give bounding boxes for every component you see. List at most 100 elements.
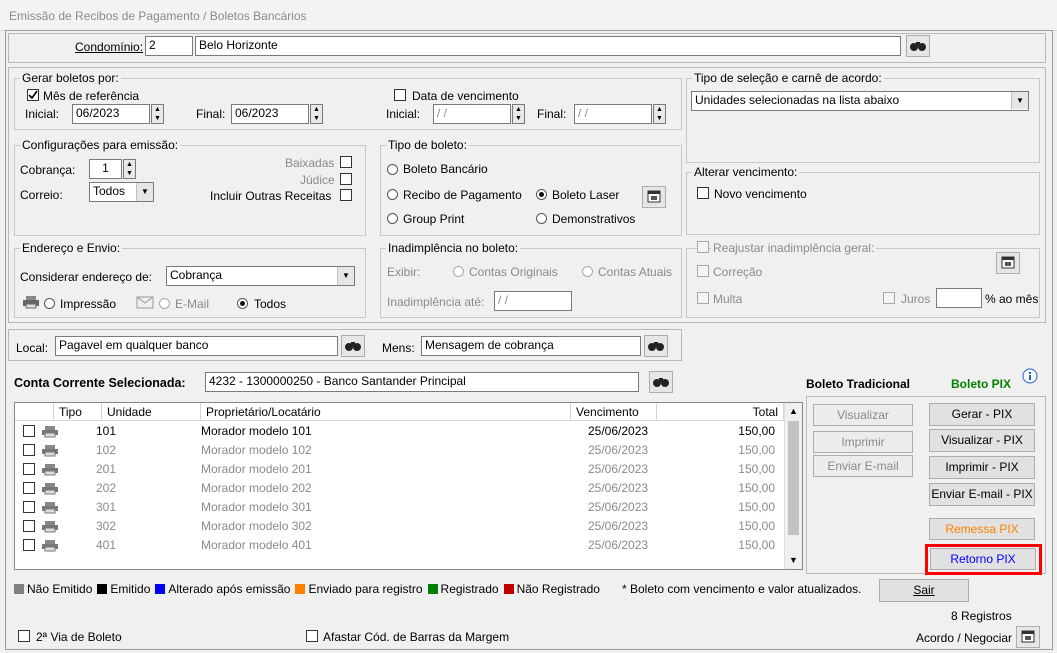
impressao-radio[interactable]: [44, 298, 55, 309]
config-laser-button[interactable]: [642, 186, 666, 208]
info-icon[interactable]: [1022, 368, 1038, 384]
email-label: E-Mail: [175, 297, 210, 311]
row-checkbox[interactable]: [23, 501, 35, 513]
conta-input[interactable]: 4232 - 1300000250 - Banco Santander Prin…: [205, 372, 639, 392]
imprimir-button[interactable]: Imprimir: [813, 431, 913, 453]
condominio-label: Condomínio:: [75, 40, 144, 54]
mes-final-input[interactable]: 06/2023: [231, 104, 309, 124]
table-row[interactable]: 302 Morador modelo 302 25/06/2023 150,00: [15, 517, 787, 536]
th-proprietario[interactable]: Proprietário/Locatário: [201, 403, 571, 421]
row-checkbox[interactable]: [23, 463, 35, 475]
table-row[interactable]: 102 Morador modelo 102 25/06/2023 150,00: [15, 441, 787, 460]
visualizar-button[interactable]: Visualizar: [813, 404, 913, 426]
correcao-checkbox[interactable]: [697, 265, 709, 277]
acordo-label: Acordo / Negociar: [916, 631, 1013, 645]
dv-inicial-spinner[interactable]: ▲ ▼: [512, 104, 525, 124]
cell-total: 150,00: [738, 538, 775, 552]
mes-final-spinner[interactable]: ▲ ▼: [310, 104, 323, 124]
reajustar-checkbox[interactable]: [697, 241, 709, 253]
table-row[interactable]: 101 Morador modelo 101 25/06/2023 150,00: [15, 422, 787, 441]
th-total[interactable]: Total: [657, 403, 784, 421]
tab-boleto-tradicional[interactable]: Boleto Tradicional: [806, 377, 910, 391]
mes-ref-checkbox[interactable]: [27, 89, 39, 101]
correio-select[interactable]: Todos ▼: [89, 182, 154, 202]
config-reajuste-button[interactable]: [996, 252, 1020, 274]
demonstrativos-radio[interactable]: [536, 213, 547, 224]
row-checkbox[interactable]: [23, 444, 35, 456]
remessa-pix-button[interactable]: Remessa PIX: [929, 518, 1035, 540]
juros-checkbox[interactable]: [883, 292, 895, 304]
condominio-name-input[interactable]: Belo Horizonte: [195, 36, 901, 56]
row-checkbox[interactable]: [23, 482, 35, 494]
group-print-radio[interactable]: [387, 213, 398, 224]
tipo-selecao-select[interactable]: Unidades selecionadas na lista abaixo ▼: [691, 91, 1029, 111]
row-checkbox[interactable]: [23, 425, 35, 437]
baixadas-checkbox[interactable]: [340, 156, 352, 168]
gerar-pix-button[interactable]: Gerar - PIX: [929, 403, 1035, 426]
inadimplencia-ate-input[interactable]: / /: [494, 291, 572, 311]
th-unidade[interactable]: Unidade: [102, 403, 201, 421]
retorno-pix-button[interactable]: Retorno PIX: [930, 548, 1036, 570]
scroll-up-icon[interactable]: ▲: [786, 404, 801, 419]
imprimir-pix-button[interactable]: Imprimir - PIX: [929, 456, 1035, 479]
outras-receitas-label: Incluir Outras Receitas: [210, 189, 332, 203]
search-mens-button[interactable]: [644, 335, 668, 357]
mes-inicial-spinner[interactable]: ▲ ▼: [151, 104, 164, 124]
data-venc-checkbox[interactable]: [394, 89, 406, 101]
dv-final-spinner[interactable]: ▲ ▼: [653, 104, 666, 124]
cobranca-input[interactable]: 1: [89, 159, 122, 179]
table-scrollbar[interactable]: ▲ ▼: [784, 403, 802, 569]
legend-swatch: [295, 584, 306, 594]
settings-window-icon: [1001, 256, 1015, 269]
cobranca-label: Cobrança:: [20, 163, 76, 177]
judice-checkbox[interactable]: [340, 173, 352, 185]
title-bar: Emissão de Recibos de Pagamento / Boleto…: [0, 0, 1057, 31]
contas-atuais-radio[interactable]: [582, 266, 593, 277]
cell-vencimento: 25/06/2023: [588, 462, 649, 476]
enviar-email-button[interactable]: Enviar E-mail: [813, 455, 913, 477]
boleto-laser-label: Boleto Laser: [552, 188, 620, 202]
boleto-laser-radio[interactable]: [536, 189, 547, 200]
local-input[interactable]: Pagavel em qualquer banco: [55, 336, 338, 356]
outras-receitas-checkbox[interactable]: [340, 189, 352, 201]
visualizar-pix-button[interactable]: Visualizar - PIX: [929, 429, 1035, 452]
cell-vencimento: 25/06/2023: [588, 424, 649, 438]
enviar-email-pix-button[interactable]: Enviar E-mail - PIX: [929, 483, 1035, 506]
printer-icon: [42, 483, 58, 495]
recibo-radio[interactable]: [387, 189, 398, 200]
afastar-checkbox[interactable]: [306, 630, 318, 642]
dv-inicial-input[interactable]: / /: [433, 104, 511, 124]
acordo-button[interactable]: [1016, 626, 1040, 648]
tab-boleto-pix[interactable]: Boleto PIX: [951, 377, 1011, 391]
mens-input[interactable]: Mensagem de cobrança: [421, 336, 641, 356]
considerar-select[interactable]: Cobrança ▼: [166, 266, 355, 286]
multa-checkbox[interactable]: [697, 292, 709, 304]
contas-originais-radio[interactable]: [453, 266, 464, 277]
row-checkbox[interactable]: [23, 520, 35, 532]
row-checkbox[interactable]: [23, 539, 35, 551]
search-condominio-button[interactable]: [906, 35, 930, 57]
email-radio[interactable]: [159, 298, 170, 309]
table-row[interactable]: 202 Morador modelo 202 25/06/2023 150,00: [15, 479, 787, 498]
th-vencimento[interactable]: Vencimento: [571, 403, 657, 421]
table-row[interactable]: 401 Morador modelo 401 25/06/2023 150,00: [15, 536, 787, 555]
novo-venc-checkbox[interactable]: [697, 187, 709, 199]
table-row[interactable]: 301 Morador modelo 301 25/06/2023 150,00: [15, 498, 787, 517]
table-row[interactable]: 201 Morador modelo 201 25/06/2023 150,00: [15, 460, 787, 479]
cobranca-spinner[interactable]: ▲ ▼: [123, 159, 136, 179]
sair-button[interactable]: Sair: [879, 579, 969, 602]
search-conta-button[interactable]: [649, 371, 673, 393]
th-tipo[interactable]: Tipo: [54, 403, 102, 421]
juros-input[interactable]: [936, 288, 982, 308]
printer-icon: [42, 540, 58, 552]
dv-final-input[interactable]: / /: [574, 104, 652, 124]
scroll-thumb[interactable]: [788, 421, 799, 535]
mes-inicial-input[interactable]: 06/2023: [72, 104, 150, 124]
todos-radio[interactable]: [237, 298, 248, 309]
scroll-down-icon[interactable]: ▼: [786, 553, 801, 568]
cell-proprietario: Morador modelo 201: [201, 462, 312, 476]
segunda-via-checkbox[interactable]: [18, 630, 30, 642]
search-local-button[interactable]: [341, 335, 365, 357]
condominio-code-input[interactable]: 2: [145, 36, 193, 56]
boleto-bancario-radio[interactable]: [387, 164, 398, 175]
